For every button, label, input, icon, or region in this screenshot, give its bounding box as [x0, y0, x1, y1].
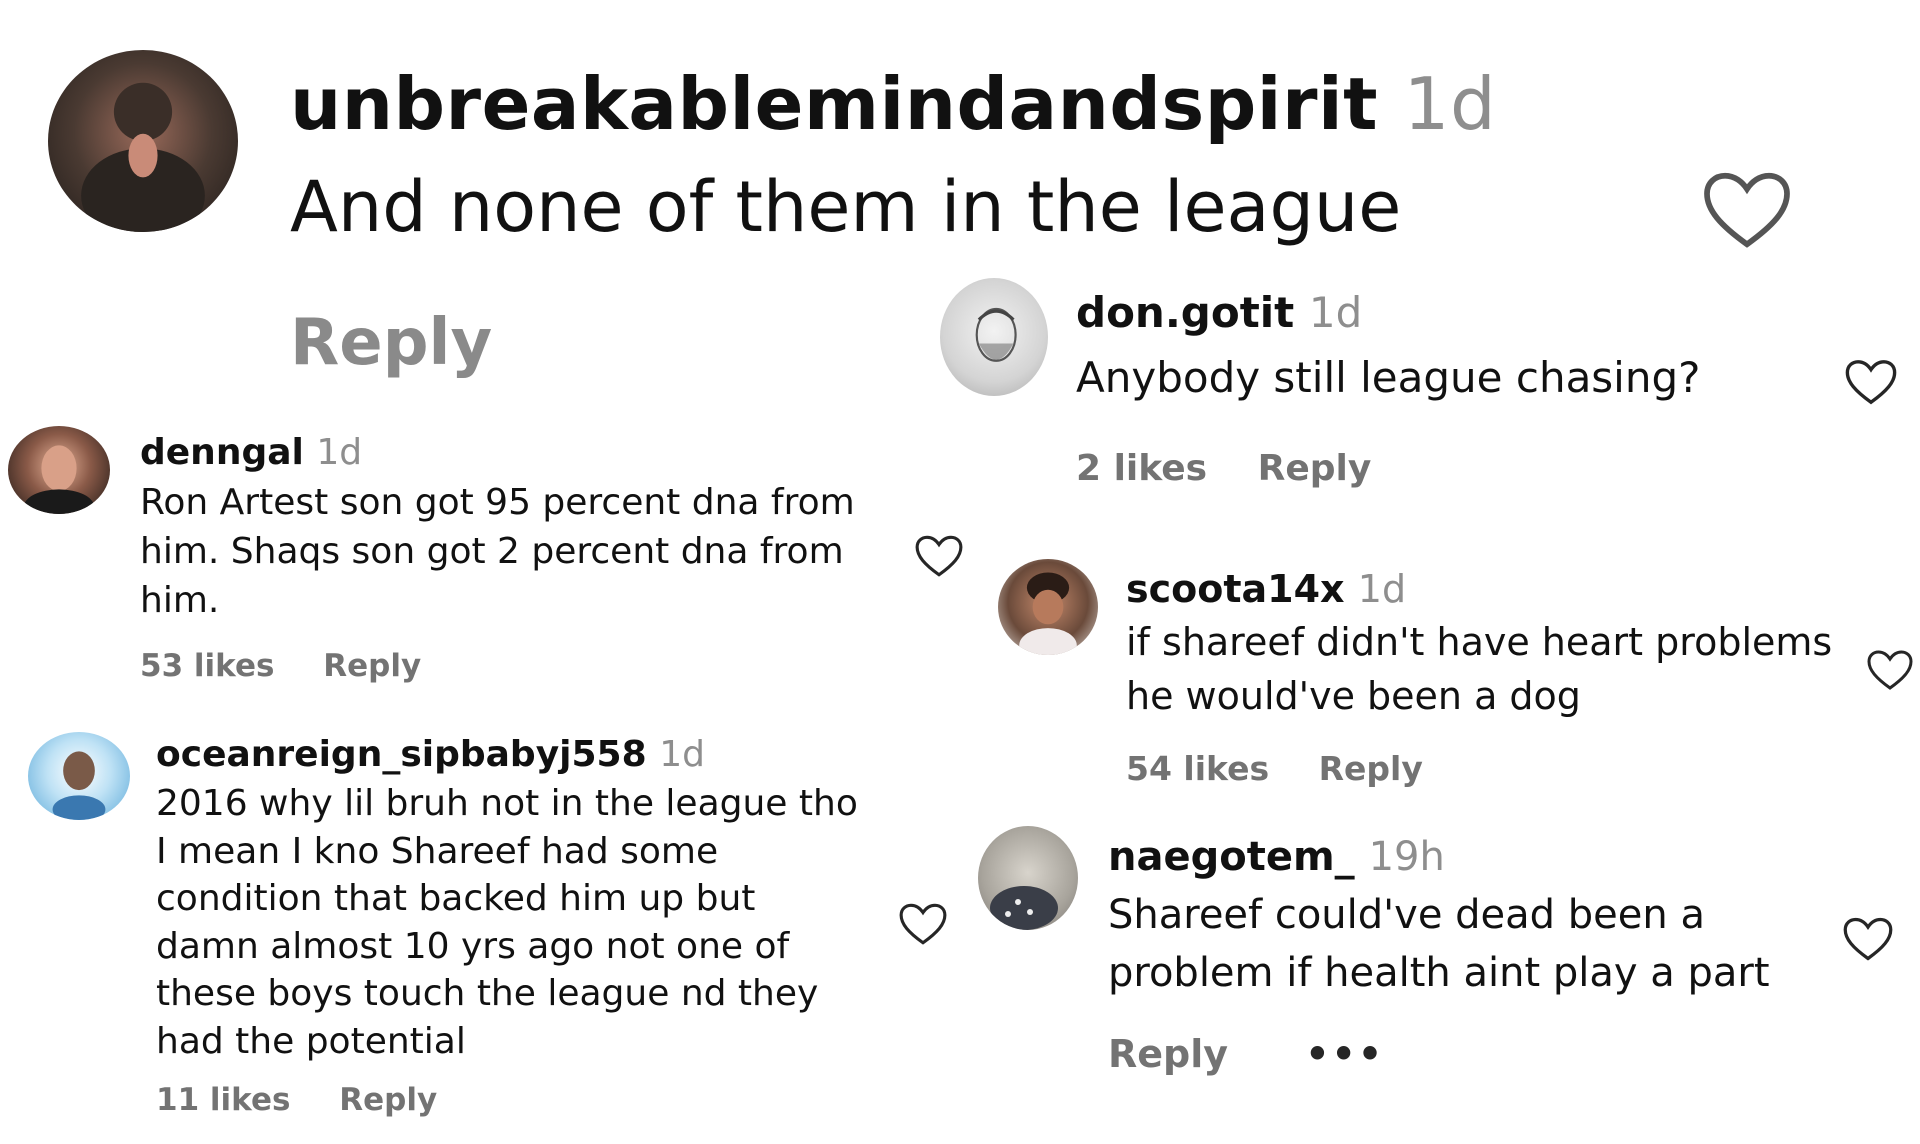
comment-username[interactable]: naegotem_ 19h: [1108, 834, 1445, 880]
heart-icon[interactable]: [1844, 358, 1898, 406]
comment-text: Anybody still league chasing?: [1076, 353, 1701, 402]
likes-count[interactable]: 11 likes: [156, 1082, 290, 1118]
user-photo-icon: [990, 886, 1058, 930]
comment-item: denngal 1d Ron Artest son got 95 percent…: [0, 420, 980, 700]
likes-count[interactable]: 54 likes: [1126, 749, 1269, 788]
comment-item: naegotem_ 19h Shareef could've dead been…: [970, 820, 1910, 1110]
likes-count[interactable]: 53 likes: [140, 648, 274, 684]
comment-text: Shareef could've dead been a problem if …: [1108, 892, 1770, 996]
comment-time: 1d: [1403, 62, 1497, 146]
comment-username[interactable]: scoota14x 1d: [1126, 567, 1406, 611]
comment-item: oceanreign_sipbabyj558 1d 2016 why lil b…: [0, 728, 980, 1128]
comment-time: 1d: [1357, 567, 1407, 611]
comment-text: Ron Artest son got 95 percent dna from h…: [140, 482, 855, 621]
username-text[interactable]: don.gotit: [1076, 288, 1294, 337]
comment-text: if shareef didn't have heart problems he…: [1126, 620, 1833, 718]
comment-meta: 2 likes Reply: [1076, 448, 1371, 489]
username-text[interactable]: oceanreign_sipbabyj558: [156, 734, 647, 775]
reply-button[interactable]: Reply: [1258, 448, 1372, 489]
comment-item: scoota14x 1d if shareef didn't have hear…: [990, 555, 1913, 815]
username-text[interactable]: scoota14x: [1126, 567, 1345, 611]
comment-username[interactable]: unbreakablemindandspirit 1d: [290, 62, 1496, 146]
avatar[interactable]: [978, 826, 1078, 930]
avatar[interactable]: [8, 426, 110, 514]
avatar[interactable]: [28, 732, 130, 820]
comment-meta: 54 likes Reply: [1126, 749, 1423, 788]
user-photo-icon: [52, 751, 106, 820]
more-options-icon[interactable]: •••: [1305, 1032, 1384, 1076]
heart-icon[interactable]: [898, 902, 948, 946]
comment-meta: Reply •••: [1108, 1032, 1384, 1076]
username-text[interactable]: denngal: [140, 432, 304, 473]
username-text[interactable]: unbreakablemindandspirit: [290, 62, 1378, 146]
comment-text: 2016 why lil bruh not in the league tho …: [156, 783, 858, 1062]
comment-username[interactable]: denngal 1d: [140, 432, 362, 473]
comment-item: don.gotit 1d Anybody still league chasin…: [930, 270, 1910, 510]
user-photo-icon: [81, 82, 205, 232]
comment-username[interactable]: don.gotit 1d: [1076, 288, 1362, 337]
comment-text: And none of them in the league: [290, 166, 1402, 248]
comment-meta: 11 likes Reply: [156, 1082, 437, 1118]
reply-button[interactable]: Reply: [339, 1082, 437, 1118]
heart-icon[interactable]: [1842, 916, 1894, 962]
likes-count[interactable]: 2 likes: [1076, 448, 1207, 489]
heart-icon[interactable]: [1700, 170, 1794, 250]
user-photo-icon: [23, 445, 95, 514]
reply-button[interactable]: Reply: [1319, 749, 1423, 788]
avatar[interactable]: [940, 278, 1048, 396]
username-text[interactable]: naegotem_: [1108, 834, 1355, 880]
avatar[interactable]: [48, 50, 238, 232]
comment-time: 1d: [1308, 288, 1363, 337]
reply-button[interactable]: Reply: [290, 306, 492, 380]
heart-icon[interactable]: [914, 534, 964, 578]
comment-meta: 53 likes Reply: [140, 648, 421, 684]
avatar[interactable]: [998, 559, 1098, 655]
user-photo-icon: [1019, 572, 1077, 655]
comment-time: 19h: [1368, 834, 1445, 880]
user-photo-icon: [975, 307, 1017, 362]
reply-button[interactable]: Reply: [1108, 1032, 1228, 1076]
comment-time: 1d: [316, 432, 363, 473]
reply-button[interactable]: Reply: [323, 648, 421, 684]
comment-username[interactable]: oceanreign_sipbabyj558 1d: [156, 734, 705, 775]
comment-time: 1d: [659, 734, 705, 775]
heart-icon[interactable]: [1866, 649, 1914, 691]
